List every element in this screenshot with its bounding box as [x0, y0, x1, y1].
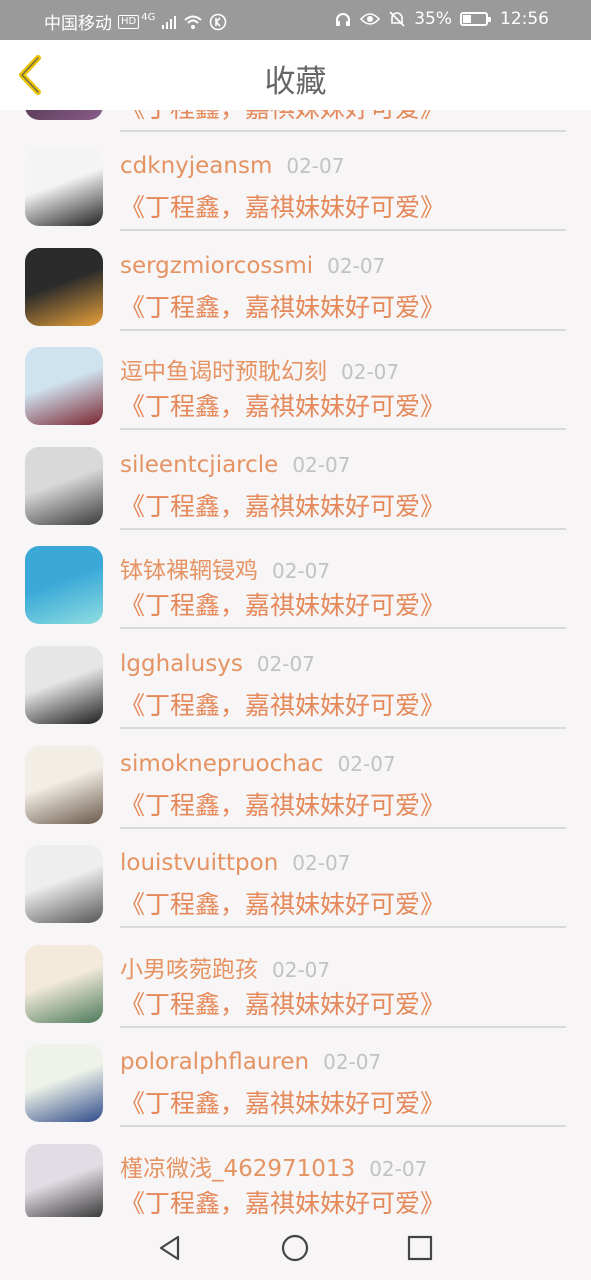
item-date: 02-07: [272, 957, 331, 982]
item-date: 02-07: [286, 154, 345, 178]
user-name[interactable]: poloralphflauren: [120, 1049, 309, 1075]
title-bar: 收藏: [0, 40, 591, 110]
list-item[interactable]: poloralphflauren 02-07 《丁程鑫，嘉祺妹妹好可爱》: [0, 1027, 591, 1128]
item-date: 02-07: [292, 452, 351, 477]
item-header: 逗中鱼谒时预耽幻刻 02-07: [120, 352, 399, 386]
item-content[interactable]: 《丁程鑫，嘉祺妹妹好可爱》: [120, 586, 445, 622]
item-content[interactable]: 《丁程鑫，嘉祺妹妹好可爱》: [120, 1184, 445, 1217]
item-content[interactable]: 《丁程鑫，嘉祺妹妹好可爱》: [120, 487, 445, 523]
avatar[interactable]: [25, 1144, 103, 1217]
k-app-icon: [210, 13, 227, 30]
avatar[interactable]: [25, 546, 103, 625]
battery-icon: [460, 12, 491, 26]
user-name[interactable]: lgghalusys: [120, 651, 243, 677]
user-name[interactable]: cdknyjeansm: [120, 153, 272, 179]
user-name[interactable]: 逗中鱼谒时预耽幻刻: [120, 359, 327, 385]
item-date: 02-07: [341, 360, 400, 385]
carrier-label: 中国移动: [44, 14, 112, 34]
system-nav-bar: [0, 1217, 591, 1280]
item-content[interactable]: 《丁程鑫，嘉祺妹妹好可爱》: [120, 1084, 445, 1120]
nav-back-button[interactable]: [155, 1233, 185, 1263]
page-title: 收藏: [264, 64, 327, 100]
avatar[interactable]: [25, 745, 103, 824]
item-content[interactable]: 《丁程鑫，嘉祺妹妹好可爱》: [120, 188, 445, 224]
user-name[interactable]: 钵钵裸辋锓鸡: [120, 558, 258, 584]
item-date: 02-07: [323, 1050, 382, 1075]
list-item[interactable]: cdknyjeansm 02-07 《丁程鑫，嘉祺妹妹好可爱》: [0, 131, 591, 231]
list-item[interactable]: 槿凉微浅_462971013 02-07 《丁程鑫，嘉祺妹妹好可爱》: [0, 1127, 591, 1217]
user-name[interactable]: sergzmiorcossmi: [120, 253, 313, 279]
item-header: 槿凉微浅_462971013 02-07: [120, 1149, 427, 1183]
list-item[interactable]: louistvuittpon 02-07 《丁程鑫，嘉祺妹妹好可爱》: [0, 828, 591, 929]
item-content: 《丁程鑫，嘉祺妹妹好可爱》: [120, 110, 445, 125]
avatar[interactable]: [25, 347, 103, 426]
network-type: 4G: [141, 12, 156, 23]
battery-fill: [463, 15, 471, 23]
list-item[interactable]: 逗中鱼谒时预耽幻刻 02-07 《丁程鑫，嘉祺妹妹好可爱》: [0, 330, 591, 431]
item-content[interactable]: 《丁程鑫，嘉祺妹妹好可爱》: [120, 985, 445, 1021]
status-bar: 中国移动 HD 4G 35% 12:56: [0, 0, 591, 40]
list-item[interactable]: 小男咳菀跑孩 02-07 《丁程鑫，嘉祺妹妹好可爱》: [0, 928, 591, 1028]
item-header: cdknyjeansm 02-07: [120, 153, 344, 179]
item-content[interactable]: 《丁程鑫，嘉祺妹妹好可爱》: [120, 387, 445, 423]
item-date: 02-07: [292, 851, 351, 876]
item-header: louistvuittpon 02-07: [120, 850, 350, 876]
square-recents-icon: [407, 1235, 433, 1261]
avatar[interactable]: [25, 944, 103, 1023]
avatar[interactable]: [25, 247, 103, 326]
item-date: 02-07: [256, 652, 315, 676]
item-content[interactable]: 《丁程鑫，嘉祺妹妹好可爱》: [120, 786, 445, 822]
triangle-back-icon: [159, 1235, 180, 1261]
headphones-icon: [336, 13, 351, 26]
circle-home-icon: [281, 1234, 309, 1262]
avatar: [25, 110, 103, 120]
avatar[interactable]: [25, 446, 103, 525]
nav-home-button[interactable]: [280, 1233, 310, 1263]
user-name[interactable]: sileentcjiarcle: [120, 452, 278, 478]
list-item[interactable]: sileentcjiarcle 02-07 《丁程鑫，嘉祺妹妹好可爱》: [0, 430, 591, 530]
user-name[interactable]: louistvuittpon: [120, 850, 278, 876]
item-date: 02-07: [337, 751, 396, 776]
hd-badge: HD: [118, 14, 140, 29]
list-item[interactable]: 钵钵裸辋锓鸡 02-07 《丁程鑫，嘉祺妹妹好可爱》: [0, 529, 591, 630]
list-item[interactable]: 《丁程鑫，嘉祺妹妹好可爱》: [0, 110, 591, 132]
item-header: 小男咳菀跑孩 02-07: [120, 950, 330, 984]
favorites-list[interactable]: 《丁程鑫，嘉祺妹妹好可爱》 cdknyjeansm02-07《丁程鑫，嘉祺妹妹好…: [0, 110, 591, 1217]
user-name[interactable]: 槿凉微浅_462971013: [120, 1156, 355, 1182]
list-item[interactable]: simoknepruochac 02-07 《丁程鑫，嘉祺妹妹好可爱》: [0, 729, 591, 829]
list-item[interactable]: lgghalusys 02-07 《丁程鑫，嘉祺妹妹好可爱》: [0, 629, 591, 729]
item-content[interactable]: 《丁程鑫，嘉祺妹妹好可爱》: [120, 885, 445, 921]
item-date: 02-07: [327, 253, 386, 278]
mute-bell-icon: [389, 11, 405, 27]
signal-icon: [162, 15, 177, 29]
avatar[interactable]: [25, 646, 103, 724]
item-content[interactable]: 《丁程鑫，嘉祺妹妹好可爱》: [120, 686, 445, 722]
battery-percent: 35%: [414, 9, 452, 29]
item-header: 钵钵裸辋锓鸡 02-07: [120, 551, 330, 585]
eye-icon: [360, 13, 381, 25]
user-name[interactable]: 小男咳菀跑孩: [120, 957, 258, 983]
list-item[interactable]: sergzmiorcossmi 02-07 《丁程鑫，嘉祺妹妹好可爱》: [0, 231, 591, 331]
item-content[interactable]: 《丁程鑫，嘉祺妹妹好可爱》: [120, 288, 445, 324]
avatar[interactable]: [25, 845, 103, 924]
user-name[interactable]: simoknepruochac: [120, 751, 324, 777]
item-header: sergzmiorcossmi 02-07: [120, 253, 385, 279]
item-header: lgghalusys 02-07: [120, 651, 315, 677]
item-header: sileentcjiarcle 02-07: [120, 452, 350, 478]
clock: 12:56: [500, 9, 549, 29]
nav-recents-button[interactable]: [405, 1233, 435, 1263]
item-date: 02-07: [272, 559, 331, 584]
wifi-icon: [184, 15, 203, 29]
item-header: simoknepruochac 02-07: [120, 751, 396, 777]
item-date: 02-07: [369, 1157, 428, 1181]
item-header: poloralphflauren 02-07: [120, 1049, 381, 1075]
avatar[interactable]: [25, 148, 103, 226]
avatar[interactable]: [25, 1044, 103, 1123]
